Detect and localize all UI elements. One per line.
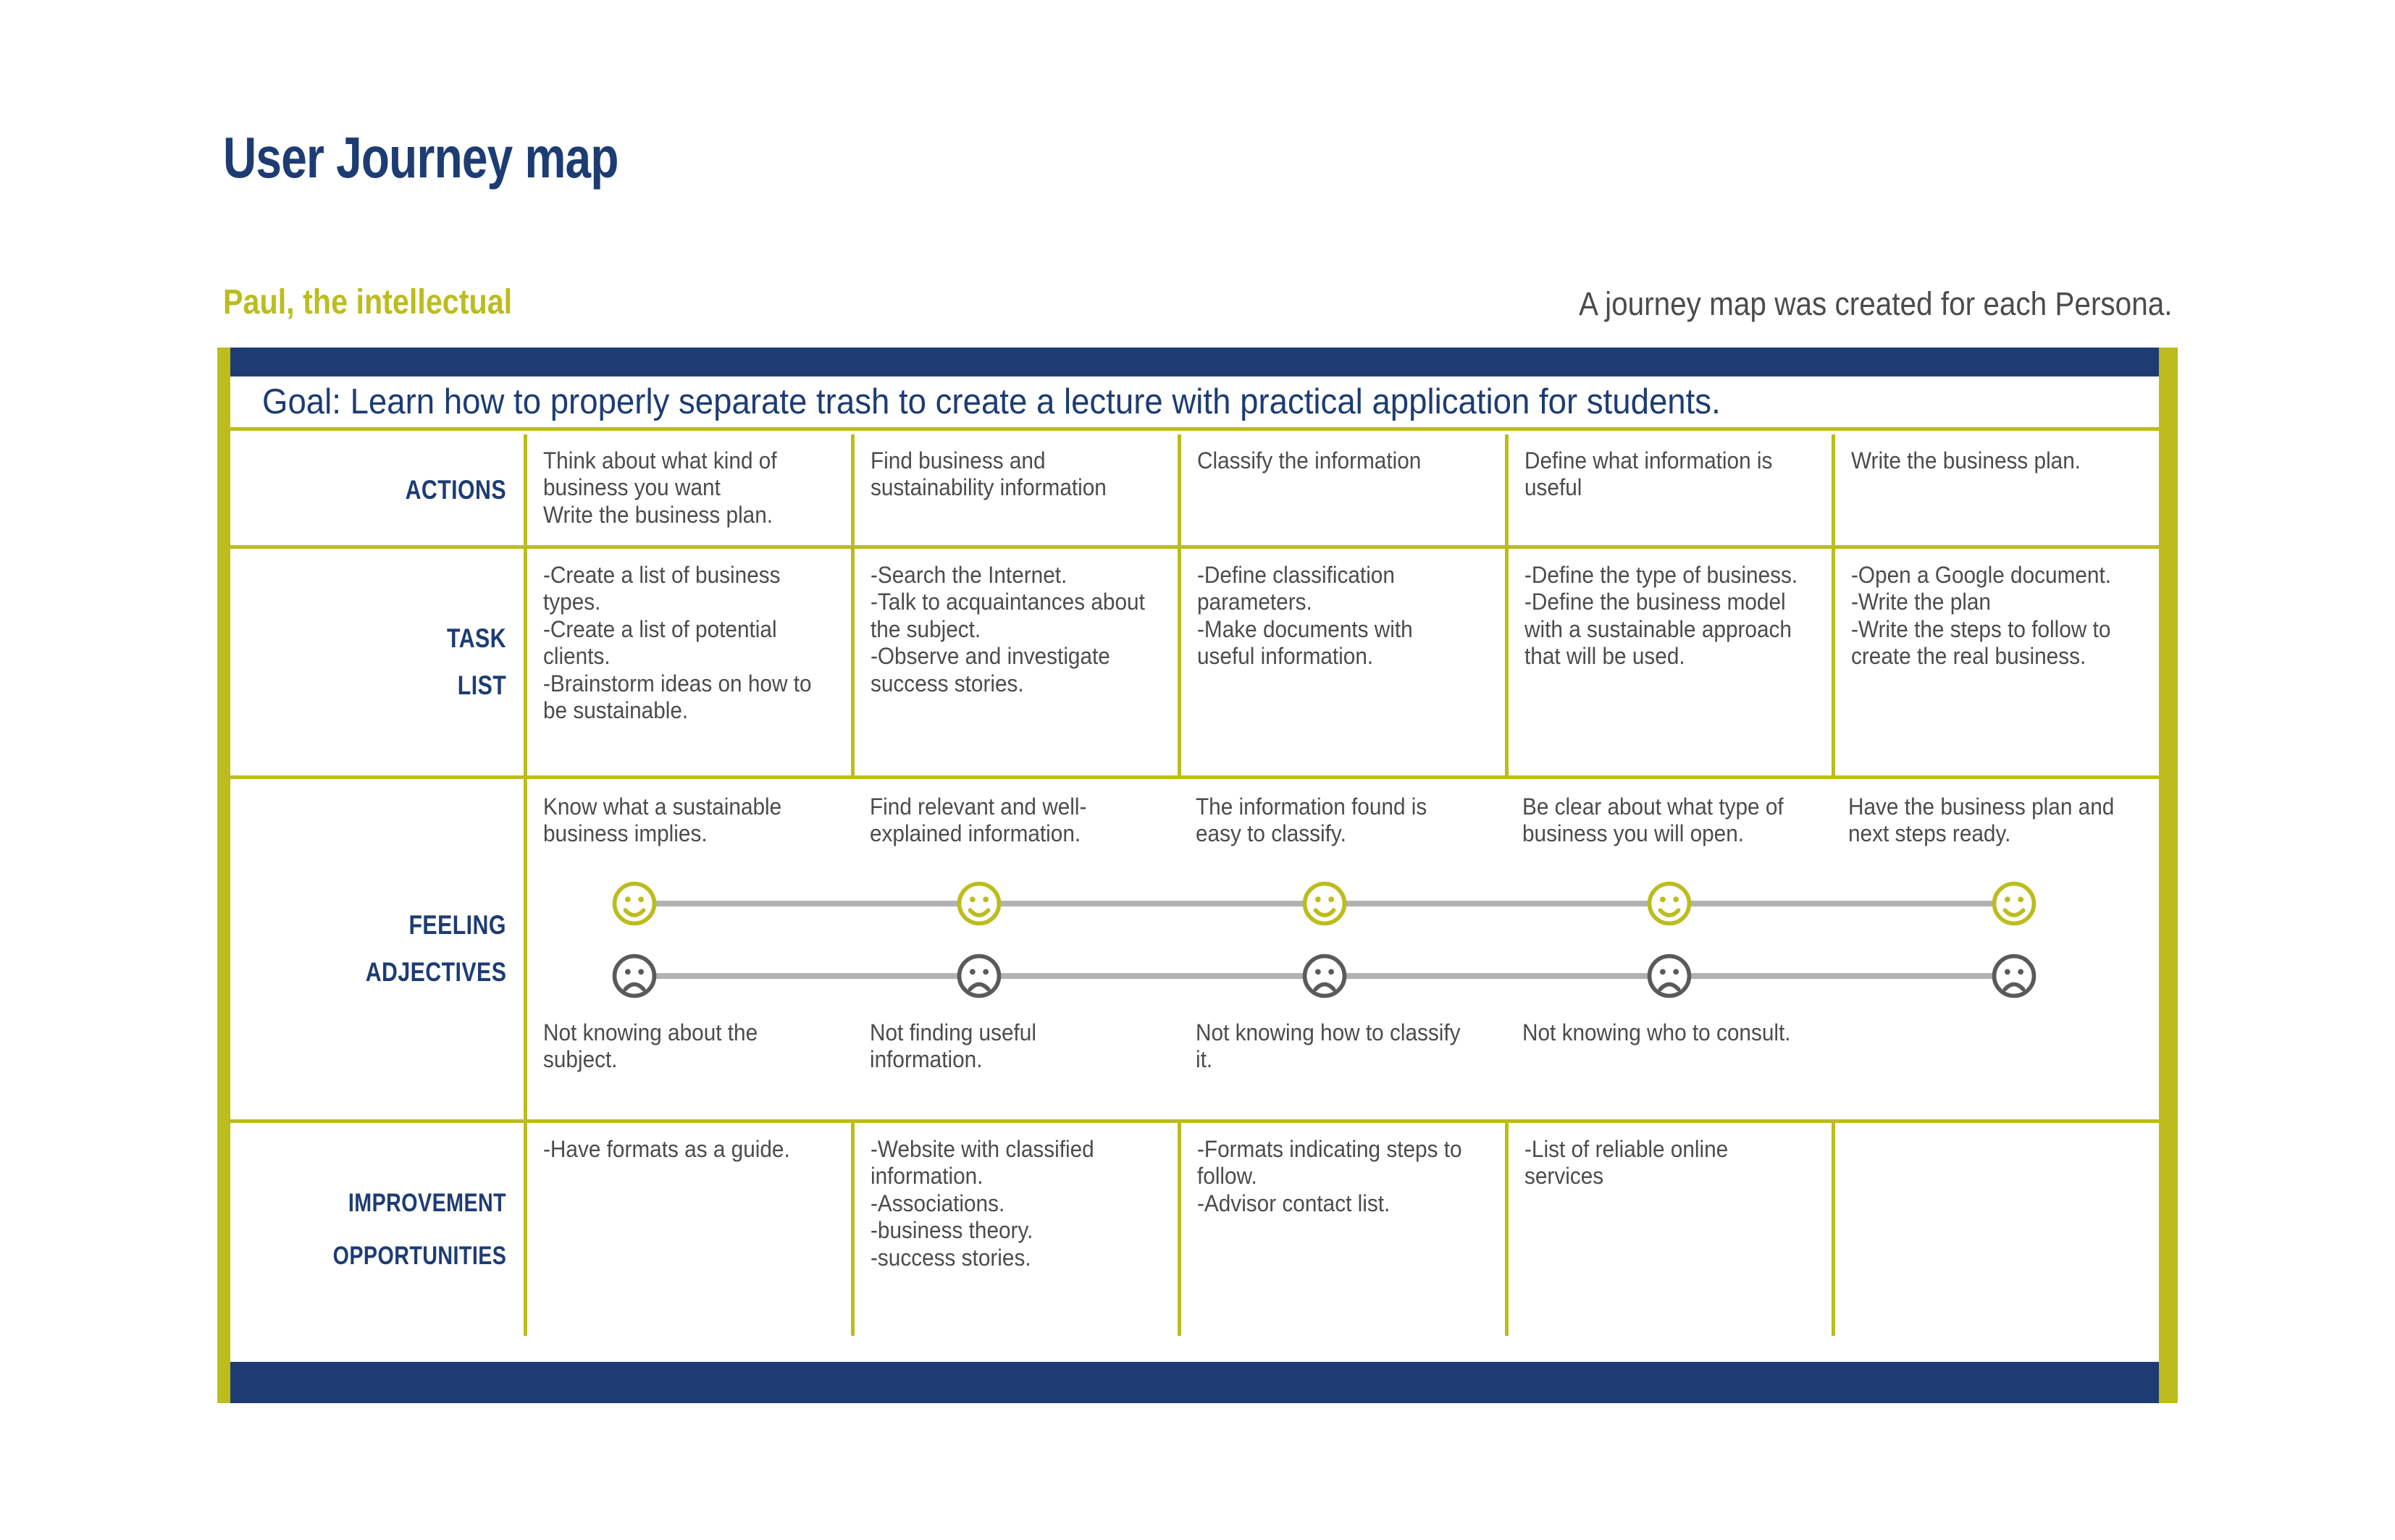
sad-face-icon (1991, 953, 2037, 999)
happy-face-track (527, 880, 2159, 927)
actions-cell-2: Find business and sustainability informa… (855, 434, 1182, 545)
left-olive-edge (217, 348, 230, 1403)
improvement-cell-3: -Formats indicating steps to follow. -Ad… (1181, 1123, 1509, 1336)
task-list-cell-3-text: -Define classification parameters. -Make… (1197, 562, 1413, 670)
row-label-improvement-line2: OPPORTUNITIES (332, 1242, 506, 1270)
sad-face-icon (956, 953, 1002, 999)
happy-face-icon (1301, 880, 1348, 927)
header-note: A journey map was created for each Perso… (1579, 285, 2173, 322)
actions-cells: Think about what kind of business you wa… (527, 434, 2159, 545)
feeling-negative-5 (1832, 1019, 2159, 1074)
actions-cell-1-text: Think about what kind of business you wa… (543, 447, 777, 528)
improvement-cell-3-text: -Formats indicating steps to follow. -Ad… (1197, 1136, 1462, 1216)
task-list-cell-1: -Create a list of business types. -Creat… (527, 549, 855, 775)
actions-cell-5: Write the business plan. (1835, 434, 2159, 545)
task-list-cells: -Create a list of business types. -Creat… (527, 549, 2159, 775)
improvement-cell-2-text: -Website with classified information. -A… (870, 1136, 1094, 1271)
row-label-improvement: IMPROVEMENT OPPORTUNITIES (230, 1123, 527, 1336)
row-label-task-line1: TASK (447, 623, 506, 653)
task-list-cell-3: -Define classification parameters. -Make… (1181, 549, 1509, 775)
feeling-cells: Know what a sustainable business implies… (527, 779, 2159, 1119)
row-label-feeling: FEELING ADJECTIVES (230, 779, 527, 1119)
table-row-improvement-opportunities: IMPROVEMENT OPPORTUNITIES -Have formats … (230, 1123, 2159, 1336)
feeling-negative-texts: Not knowing about the subject. Not findi… (527, 1019, 2159, 1074)
task-list-cell-4: -Define the type of business. -Define th… (1509, 549, 1836, 775)
feeling-negative-4: Not knowing who to consult. (1506, 1019, 1833, 1074)
improvement-cell-4-text: -List of reliable online services (1524, 1136, 1729, 1190)
row-label-actions: ACTIONS (230, 434, 527, 545)
happy-face-icon (1991, 880, 2037, 927)
task-list-cell-5: -Open a Google document. -Write the plan… (1835, 549, 2159, 775)
feeling-positive-4: Be clear about what type of business you… (1506, 794, 1833, 848)
row-label-actions-text: ACTIONS (405, 474, 506, 505)
feeling-positive-5-text: Have the business plan and next steps re… (1848, 794, 2115, 847)
improvement-cell-1-text: -Have formats as a guide. (543, 1136, 790, 1162)
happy-face-icon (1646, 880, 1693, 927)
task-list-cell-5-text: -Open a Google document. -Write the plan… (1851, 562, 2112, 670)
task-list-cell-2-text: -Search the Internet. -Talk to acquainta… (870, 562, 1145, 697)
feeling-positive-1-text: Know what a sustainable business implies… (543, 794, 782, 847)
improvement-cells: -Have formats as a guide. -Website with … (527, 1123, 2159, 1336)
actions-cell-1: Think about what kind of business you wa… (527, 434, 855, 545)
bottom-navy-bar (230, 1362, 2159, 1403)
happy-face-icon (611, 880, 658, 927)
journey-map-frame: Goal: Learn how to properly separate tra… (217, 348, 2178, 1403)
table-row-actions: ACTIONS Think about what kind of busines… (230, 434, 2159, 549)
sad-face-icon (1301, 953, 1348, 999)
improvement-cell-4: -List of reliable online services (1509, 1123, 1836, 1336)
feeling-positive-4-text: Be clear about what type of business you… (1522, 794, 1784, 847)
actions-cell-2-text: Find business and sustainability informa… (870, 447, 1107, 501)
task-list-cell-1-text: -Create a list of business types. -Creat… (543, 562, 812, 724)
sad-face-icon (611, 953, 658, 999)
feeling-positive-1: Know what a sustainable business implies… (527, 794, 854, 848)
improvement-cell-1: -Have formats as a guide. (527, 1123, 855, 1336)
journey-map-inner: Goal: Learn how to properly separate tra… (230, 348, 2159, 1403)
goal-text: Goal: Learn how to properly separate tra… (262, 382, 1721, 421)
top-navy-bar (230, 348, 2159, 376)
feeling-negative-3: Not knowing how to classify it. (1180, 1019, 1506, 1074)
feeling-negative-3-text: Not knowing how to classify it. (1196, 1019, 1461, 1073)
actions-cell-3-text: Classify the information (1197, 447, 1422, 474)
sad-face-icon (1646, 953, 1693, 999)
user-journey-map-page: User Journey map Paul, the intellectual … (0, 0, 2395, 1540)
actions-cell-4: Define what information is useful (1509, 434, 1836, 545)
row-label-task-list: TASK LIST (230, 549, 527, 775)
feeling-positive-2-text: Find relevant and well-explained informa… (869, 794, 1086, 847)
task-list-cell-4-text: -Define the type of business. -Define th… (1524, 562, 1798, 670)
row-label-feeling-line1: FEELING (408, 910, 506, 941)
table-row-task-list: TASK LIST -Create a list of business typ… (230, 549, 2159, 779)
table-row-feeling-adjectives: FEELING ADJECTIVES Know what a sustainab… (230, 779, 2159, 1123)
improvement-cell-2: -Website with classified information. -A… (855, 1123, 1182, 1336)
feeling-positive-texts: Know what a sustainable business implies… (527, 794, 2159, 848)
actions-cell-5-text: Write the business plan. (1851, 447, 2081, 474)
feeling-negative-2-text: Not finding useful information. (869, 1019, 1036, 1073)
goal-row: Goal: Learn how to properly separate tra… (230, 376, 2159, 431)
persona-name: Paul, the intellectual (223, 283, 513, 321)
task-list-cell-2: -Search the Internet. -Talk to acquainta… (855, 549, 1182, 775)
page-title: User Journey map (223, 125, 618, 190)
right-olive-edge (2159, 348, 2178, 1403)
feeling-positive-3-text: The information found is easy to classif… (1196, 794, 1427, 847)
journey-table: ACTIONS Think about what kind of busines… (230, 434, 2159, 1362)
happy-face-icon (956, 880, 1002, 927)
feeling-positive-3: The information found is easy to classif… (1180, 794, 1506, 848)
feeling-negative-1: Not knowing about the subject. (527, 1019, 854, 1074)
actions-cell-4-text: Define what information is useful (1524, 447, 1773, 501)
actions-cell-3: Classify the information (1181, 434, 1509, 545)
sad-face-track (527, 953, 2159, 999)
feeling-negative-1-text: Not knowing about the subject. (543, 1019, 758, 1073)
feeling-negative-2: Not finding useful information. (854, 1019, 1180, 1074)
row-label-improvement-line1: IMPROVEMENT (348, 1188, 506, 1217)
feeling-negative-4-text: Not knowing who to consult. (1522, 1019, 1791, 1045)
feeling-positive-2: Find relevant and well-explained informa… (854, 794, 1180, 848)
feeling-positive-5: Have the business plan and next steps re… (1832, 794, 2159, 848)
row-label-feeling-line2: ADJECTIVES (365, 957, 506, 987)
row-label-task-line2: LIST (457, 670, 506, 700)
improvement-cell-5 (1835, 1123, 2159, 1336)
